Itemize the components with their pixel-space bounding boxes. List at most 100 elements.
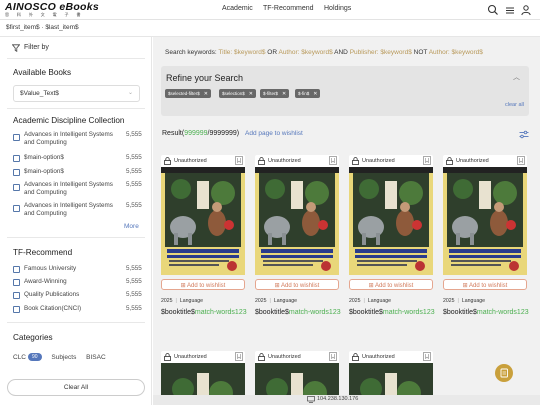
add-to-wishlist-button[interactable]: ⊞ Add to wishlist (349, 279, 433, 290)
book-cover[interactable] (443, 167, 527, 275)
facet-label[interactable]: $main-option$ (24, 154, 124, 162)
bookmark-icon[interactable] (235, 352, 243, 361)
bookmark-icon[interactable] (235, 156, 243, 165)
add-page-to-wishlist-link[interactable]: Add page to wishlist (245, 130, 303, 137)
title-text: $booktitle$ (349, 309, 383, 316)
access-status: Unauthorized (268, 158, 301, 164)
book-cover-image (161, 167, 245, 275)
filter-chip[interactable]: $-fin$ ✕ (295, 89, 321, 98)
book-title[interactable]: $booktitle$match-words123 (349, 309, 435, 316)
filter-chip[interactable]: $-filter$ ✕ (260, 89, 290, 98)
tab-clc[interactable]: CLC 90 (13, 353, 42, 361)
close-icon[interactable]: ✕ (249, 91, 253, 97)
wishlist-label: Add to wishlist (469, 283, 508, 289)
nav-academic[interactable]: Academic (222, 5, 253, 12)
book-title[interactable]: $booktitle$match-words123 (443, 309, 529, 316)
bookmark-icon[interactable] (329, 352, 337, 361)
facet-count: 5,555 (126, 305, 142, 312)
nav-holdings[interactable]: Holdings (324, 5, 351, 12)
keyword-publisher: Publisher: $keyword$ (349, 49, 412, 56)
facet-label[interactable]: Advances in Intelligent Systems and Comp… (24, 181, 124, 197)
checkbox[interactable] (13, 134, 20, 141)
chevron-up-icon[interactable]: ︿ (513, 72, 520, 82)
monitor-icon (307, 396, 315, 403)
add-to-wishlist-button[interactable]: ⊞ Add to wishlist (255, 279, 339, 290)
bookmark-icon: ⊞ (462, 283, 468, 289)
tab-label: CLC (13, 354, 27, 361)
filter-chip[interactable]: $selection$ ✕ (219, 89, 256, 98)
logo[interactable]: AINOSCO eBooks 思 科 外 文 電 子 書 (5, 1, 99, 18)
facet-label[interactable]: Famous University (24, 265, 124, 273)
book-title[interactable]: $booktitle$match-words123 (161, 309, 247, 316)
tab-bisac[interactable]: BISAC (86, 354, 106, 361)
user-icon[interactable] (520, 4, 532, 16)
book-meta: 2025 | Language (349, 298, 391, 304)
search-icon[interactable] (487, 4, 499, 16)
book-cover[interactable] (161, 167, 245, 275)
filter-by-label: Filter by (24, 44, 49, 51)
categories-title: Categories (13, 333, 53, 342)
lock-icon (352, 353, 359, 361)
facet-label[interactable]: Advances in Intelligent Systems and Comp… (24, 131, 124, 147)
nav-tf-recommend[interactable]: TF-Recommend (263, 5, 314, 12)
tab-subjects[interactable]: Subjects (51, 354, 76, 361)
checkbox[interactable] (13, 266, 20, 273)
facet-label[interactable]: Advances in Intelligent Systems and Comp… (24, 202, 124, 218)
facet-count: 5,555 (126, 131, 142, 138)
checkbox[interactable] (13, 306, 20, 313)
close-icon[interactable]: ✕ (313, 91, 317, 97)
breadcrumb[interactable]: $first_item$ · $last_item$ (6, 24, 79, 31)
facet-label[interactable]: Quality Publications (24, 291, 124, 299)
checkbox[interactable] (13, 155, 20, 162)
keyword-author: Author: $keyword$ (278, 49, 333, 56)
select-value: $Value_Text$ (20, 90, 59, 97)
close-icon[interactable]: ✕ (282, 91, 286, 97)
academic-collection-title: Academic Discipline Collection (13, 116, 125, 125)
checkbox[interactable] (13, 205, 20, 212)
chevron-down-icon: ⌄ (127, 90, 133, 96)
result-label: Result( (162, 130, 185, 137)
divider (7, 322, 145, 323)
bookmark-icon[interactable] (517, 156, 525, 165)
facet-label[interactable]: Book Citation(CNCI) (24, 305, 124, 313)
operator: AND (334, 49, 348, 56)
chip-label: $selected-filter$ (168, 91, 200, 96)
book-meta: 2025 | Language (161, 298, 203, 304)
facet-label[interactable]: $main-option$ (24, 168, 124, 176)
checkbox[interactable] (13, 169, 20, 176)
category-tabs: CLC 90 Subjects BISAC (13, 353, 106, 361)
book-cover[interactable] (255, 167, 339, 275)
book-language: Language (273, 298, 297, 304)
add-to-wishlist-button[interactable]: ⊞ Add to wishlist (161, 279, 245, 290)
divider (7, 237, 145, 238)
keyword-title: Title: $keyword$ (218, 49, 266, 56)
book-cover-image (443, 167, 527, 275)
refine-search-panel: Refine your Search ︿ (161, 66, 529, 116)
menu-icon[interactable] (504, 4, 516, 16)
bookmark-icon[interactable] (423, 156, 431, 165)
book-title[interactable]: $booktitle$match-words123 (255, 309, 341, 316)
close-icon[interactable]: ✕ (204, 91, 208, 97)
book-cover[interactable] (349, 167, 433, 275)
tf-recommend-title: TF-Recommend (13, 248, 73, 257)
clear-all-button[interactable]: Clear All (7, 379, 145, 396)
floating-action-button[interactable] (495, 364, 513, 382)
available-books-select[interactable]: $Value_Text$ ⌄ (13, 85, 140, 102)
book-cover-image (349, 167, 433, 275)
add-to-wishlist-button[interactable]: ⊞ Add to wishlist (443, 279, 527, 290)
result-number: 999999 (184, 130, 208, 137)
more-link[interactable]: More (124, 223, 139, 230)
ip-address: 104.238.130.176 (317, 396, 359, 402)
bookmark-icon[interactable] (329, 156, 337, 165)
sort-options-icon[interactable] (519, 130, 529, 139)
filter-chip[interactable]: $selected-filter$ ✕ (165, 89, 211, 98)
keyword-author: Author: $keyword$ (428, 49, 483, 56)
bookmark-icon[interactable] (423, 352, 431, 361)
checkbox[interactable] (13, 184, 20, 191)
facet-label[interactable]: Award-Winning (24, 278, 124, 286)
checkbox[interactable] (13, 279, 20, 286)
checkbox[interactable] (13, 292, 20, 299)
clear-all-link[interactable]: clear all (505, 102, 524, 108)
wishlist-label: Add to wishlist (375, 283, 414, 289)
facet-count: 5,555 (126, 181, 142, 188)
